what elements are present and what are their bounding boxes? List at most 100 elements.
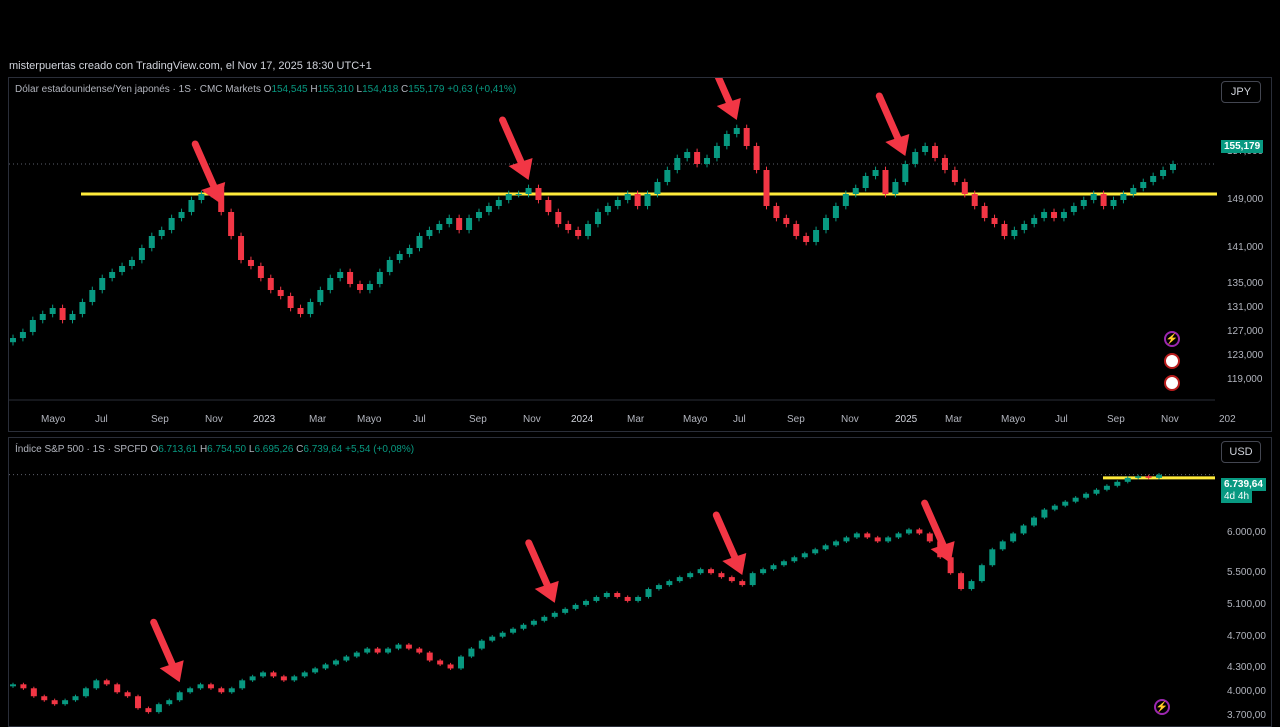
red-arrow-annotation[interactable]	[921, 499, 955, 564]
candle-body	[1030, 517, 1037, 526]
candle-body	[989, 549, 996, 566]
candle-body	[862, 176, 869, 188]
candle-body	[347, 272, 354, 284]
candle-body	[961, 182, 968, 194]
candle-body	[124, 692, 131, 697]
candle-body	[1031, 218, 1038, 224]
candle-body	[958, 573, 965, 590]
red-arrow-annotation[interactable]	[525, 539, 559, 603]
x-axis-tick: Jul	[733, 414, 746, 425]
usdjpy-chart[interactable]	[9, 78, 1271, 431]
candle-body	[79, 302, 86, 314]
candle-body	[364, 648, 371, 653]
candle-body	[1100, 194, 1107, 206]
top-bar	[0, 0, 1280, 56]
candle-body	[1051, 212, 1058, 218]
candle-body	[575, 230, 582, 236]
candle-body	[833, 541, 840, 546]
candle-body	[366, 284, 373, 290]
red-arrow-annotation[interactable]	[499, 116, 533, 180]
candle-body	[327, 278, 334, 290]
x-axis-tick: Sep	[787, 414, 805, 425]
candle-body	[485, 206, 492, 212]
candle-body	[51, 700, 58, 705]
candle-body	[457, 656, 464, 669]
candle-body	[843, 537, 850, 542]
candle-body	[145, 708, 152, 713]
candle-body	[446, 218, 453, 224]
flash-icon[interactable]: ⚡	[1164, 331, 1180, 347]
candle-body	[376, 272, 383, 284]
candle-body	[773, 206, 780, 218]
sp500-panel[interactable]: Índice S&P 500 · 1S · SPCFD O6.713,61 H6…	[8, 437, 1272, 727]
candle-body	[436, 224, 443, 230]
candle-body	[780, 561, 787, 566]
candle-body	[822, 218, 829, 230]
candle-body	[708, 569, 715, 574]
candle-body	[902, 164, 909, 182]
candle-body	[885, 537, 892, 542]
flash-icon[interactable]: ⚡	[1154, 699, 1170, 715]
candle-body	[791, 557, 798, 562]
candle-body	[932, 146, 939, 158]
candle-body	[1072, 497, 1079, 502]
candle-body	[1010, 533, 1017, 542]
candle-body	[644, 194, 651, 206]
candle-body	[257, 266, 264, 278]
x-axis-tick: Mar	[309, 414, 327, 425]
red-arrow-annotation[interactable]	[711, 78, 741, 120]
candle-body	[951, 170, 958, 182]
x-axis-tick: Jul	[413, 414, 426, 425]
candle-body	[793, 224, 800, 236]
candle-body	[525, 188, 532, 194]
candle-body	[99, 278, 106, 290]
candle-body	[1103, 485, 1110, 490]
candle-body	[1150, 176, 1157, 182]
candle-body	[812, 549, 819, 554]
candle-body	[405, 644, 412, 649]
candle-body	[41, 696, 48, 701]
candle-body	[155, 704, 162, 713]
candle-body	[832, 206, 839, 218]
candle-body	[801, 553, 808, 558]
red-arrow-annotation[interactable]	[712, 511, 747, 576]
candle-body	[406, 248, 413, 254]
candle-body	[1041, 509, 1048, 518]
candle-body	[664, 170, 671, 182]
candle-body	[551, 612, 558, 617]
candle-body	[1114, 481, 1121, 486]
x-axis-tick: Mayo	[683, 414, 708, 425]
candle-body	[69, 314, 76, 320]
us-flag-icon[interactable]	[1164, 353, 1180, 369]
candle-body	[39, 314, 46, 320]
candle-body	[267, 278, 274, 290]
candle-body	[207, 684, 214, 689]
candle-body	[478, 640, 485, 649]
candle-body	[1124, 477, 1131, 482]
candle-body	[624, 194, 631, 200]
y-axis-tick: 149,000	[1227, 194, 1264, 205]
candle-body	[158, 230, 165, 236]
candle-body	[852, 188, 859, 194]
sp500-countdown: 4d 4h	[1221, 490, 1253, 503]
red-arrow-annotation[interactable]	[150, 618, 184, 683]
candle-body	[684, 152, 691, 158]
red-arrow-annotation[interactable]	[875, 92, 910, 156]
candle-body	[1170, 164, 1176, 170]
sp500-chart[interactable]	[9, 438, 1271, 726]
candle-body	[270, 672, 277, 677]
usdjpy-panel[interactable]: Dólar estadounidense/Yen japonés · 1S · …	[8, 77, 1272, 432]
candle-body	[535, 188, 542, 200]
candle-body	[1160, 170, 1167, 176]
candle-body	[119, 266, 126, 272]
candle-body	[874, 537, 881, 542]
candle-body	[238, 236, 245, 260]
candle-body	[634, 194, 641, 206]
candle-body	[1135, 476, 1142, 478]
japan-flag-icon[interactable]	[1164, 375, 1180, 391]
candle-body	[103, 680, 110, 685]
candle-body	[753, 146, 760, 170]
candle-body	[604, 206, 611, 212]
y-axis-tick: 4.300,00	[1227, 662, 1266, 674]
candle-body	[541, 616, 548, 621]
